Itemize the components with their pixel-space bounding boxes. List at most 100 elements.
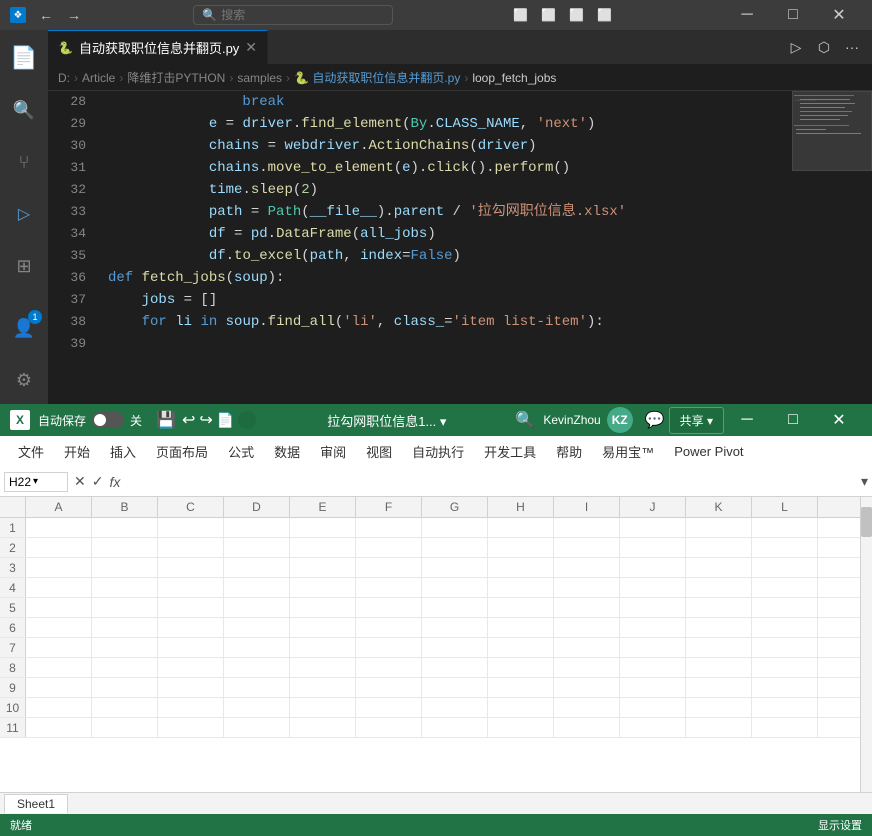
vscode-minimize-button[interactable]: ─ [724, 0, 770, 30]
spreadsheet-cell[interactable] [224, 698, 290, 717]
sidebar-item-debug[interactable]: ▷ [0, 190, 48, 238]
spreadsheet-cell[interactable] [752, 578, 818, 597]
layout-toggle-1[interactable]: ⬜ [509, 5, 533, 25]
more-actions-button[interactable]: ··· [840, 35, 864, 59]
excel-close-button[interactable]: ✕ [816, 404, 862, 436]
spreadsheet-cell[interactable] [224, 558, 290, 577]
spreadsheet-cell[interactable] [356, 578, 422, 597]
excel-search-button[interactable]: 🔍 [515, 410, 535, 430]
spreadsheet-cell[interactable] [620, 538, 686, 557]
spreadsheet-cell[interactable] [488, 518, 554, 537]
spreadsheet-cell[interactable] [26, 558, 92, 577]
spreadsheet-cell[interactable] [158, 698, 224, 717]
spreadsheet-cell[interactable] [290, 618, 356, 637]
spreadsheet-cell[interactable] [224, 678, 290, 697]
spreadsheet-cell[interactable] [488, 678, 554, 697]
formula-expand-button[interactable]: ▾ [861, 473, 868, 490]
spreadsheet-cell[interactable] [158, 678, 224, 697]
spreadsheet-cell[interactable] [488, 698, 554, 717]
layout-toggle-3[interactable]: ⬜ [565, 5, 589, 25]
spreadsheet-cell[interactable] [26, 678, 92, 697]
sheet-tab-1[interactable]: Sheet1 [4, 794, 68, 813]
spreadsheet-cell[interactable] [752, 658, 818, 677]
vscode-close-button[interactable]: ✕ [816, 0, 862, 30]
spreadsheet-cell[interactable] [686, 638, 752, 657]
menu-data[interactable]: 数据 [264, 438, 310, 465]
code-content[interactable]: break e = driver.find_element(By.CLASS_N… [98, 91, 792, 404]
spreadsheet-cell[interactable] [92, 678, 158, 697]
spreadsheet-cell[interactable] [620, 518, 686, 537]
split-editor-button[interactable]: ⬡ [812, 35, 836, 59]
menu-file[interactable]: 文件 [8, 438, 54, 465]
spreadsheet-cell[interactable] [290, 658, 356, 677]
spreadsheet-cell[interactable] [686, 698, 752, 717]
spreadsheet-cell[interactable] [290, 518, 356, 537]
excel-maximize-button[interactable]: □ [770, 404, 816, 436]
spreadsheet-cell[interactable] [158, 658, 224, 677]
menu-easypow[interactable]: 易用宝™ [592, 438, 664, 465]
spreadsheet-cell[interactable] [488, 618, 554, 637]
spreadsheet-cell[interactable] [158, 598, 224, 617]
spreadsheet-cell[interactable] [620, 698, 686, 717]
spreadsheet-cell[interactable] [488, 578, 554, 597]
sidebar-item-explorer[interactable]: 📄 [0, 34, 48, 82]
search-input[interactable] [221, 8, 384, 22]
spreadsheet-cell[interactable] [92, 518, 158, 537]
sidebar-item-search[interactable]: 🔍 [0, 86, 48, 134]
spreadsheet-cell[interactable] [620, 578, 686, 597]
spreadsheet-cell[interactable] [92, 578, 158, 597]
spreadsheet-cell[interactable] [290, 558, 356, 577]
spreadsheet-cell[interactable] [26, 518, 92, 537]
spreadsheet-cell[interactable] [92, 538, 158, 557]
spreadsheet-cell[interactable] [554, 698, 620, 717]
spreadsheet-cell[interactable] [92, 558, 158, 577]
spreadsheet-cell[interactable] [422, 678, 488, 697]
autosave-toggle[interactable] [92, 412, 124, 428]
sidebar-item-extensions[interactable]: ⊞ [0, 242, 48, 290]
spreadsheet-cell[interactable] [554, 518, 620, 537]
menu-power-pivot[interactable]: Power Pivot [664, 440, 753, 463]
spreadsheet-cell[interactable] [224, 638, 290, 657]
spreadsheet-cell[interactable] [356, 558, 422, 577]
spreadsheet-cell[interactable] [422, 618, 488, 637]
spreadsheet-cell[interactable] [26, 638, 92, 657]
spreadsheet-cell[interactable] [356, 618, 422, 637]
spreadsheet-cell[interactable] [620, 618, 686, 637]
sidebar-item-account[interactable]: 👤 1 [0, 304, 48, 352]
spreadsheet-cell[interactable] [92, 598, 158, 617]
spreadsheet-cell[interactable] [290, 538, 356, 557]
spreadsheet-cell[interactable] [554, 598, 620, 617]
menu-developer[interactable]: 开发工具 [474, 438, 546, 465]
excel-undo-button[interactable]: ↩ [180, 410, 197, 430]
spreadsheet-cell[interactable] [26, 538, 92, 557]
spreadsheet-cell[interactable] [224, 658, 290, 677]
spreadsheet-cell[interactable] [224, 718, 290, 737]
spreadsheet-cell[interactable] [620, 718, 686, 737]
formula-confirm-button[interactable]: ✓ [90, 473, 106, 490]
spreadsheet-cell[interactable] [620, 658, 686, 677]
col-header-j[interactable]: J [620, 497, 686, 517]
col-header-b[interactable]: B [92, 497, 158, 517]
col-header-g[interactable]: G [422, 497, 488, 517]
spreadsheet-cell[interactable] [488, 558, 554, 577]
spreadsheet-cell[interactable] [422, 538, 488, 557]
spreadsheet-cell[interactable] [224, 578, 290, 597]
menu-insert[interactable]: 插入 [100, 438, 146, 465]
nav-forward-button[interactable]: → [62, 5, 86, 25]
comment-button[interactable]: 💬 [641, 410, 669, 430]
spreadsheet-cell[interactable] [356, 658, 422, 677]
breadcrumb-item-function[interactable]: loop_fetch_jobs [472, 71, 556, 85]
spreadsheet-cell[interactable] [92, 658, 158, 677]
spreadsheet-cell[interactable] [554, 618, 620, 637]
spreadsheet-cell[interactable] [356, 518, 422, 537]
menu-view[interactable]: 视图 [356, 438, 402, 465]
spreadsheet-cell[interactable] [290, 638, 356, 657]
scroll-thumb[interactable] [861, 507, 872, 537]
spreadsheet-cell[interactable] [224, 538, 290, 557]
spreadsheet-cell[interactable] [290, 678, 356, 697]
spreadsheet-cell[interactable] [554, 658, 620, 677]
col-header-h[interactable]: H [488, 497, 554, 517]
spreadsheet-cell[interactable] [554, 678, 620, 697]
spreadsheet-cell[interactable] [554, 718, 620, 737]
spreadsheet-cell[interactable] [488, 658, 554, 677]
